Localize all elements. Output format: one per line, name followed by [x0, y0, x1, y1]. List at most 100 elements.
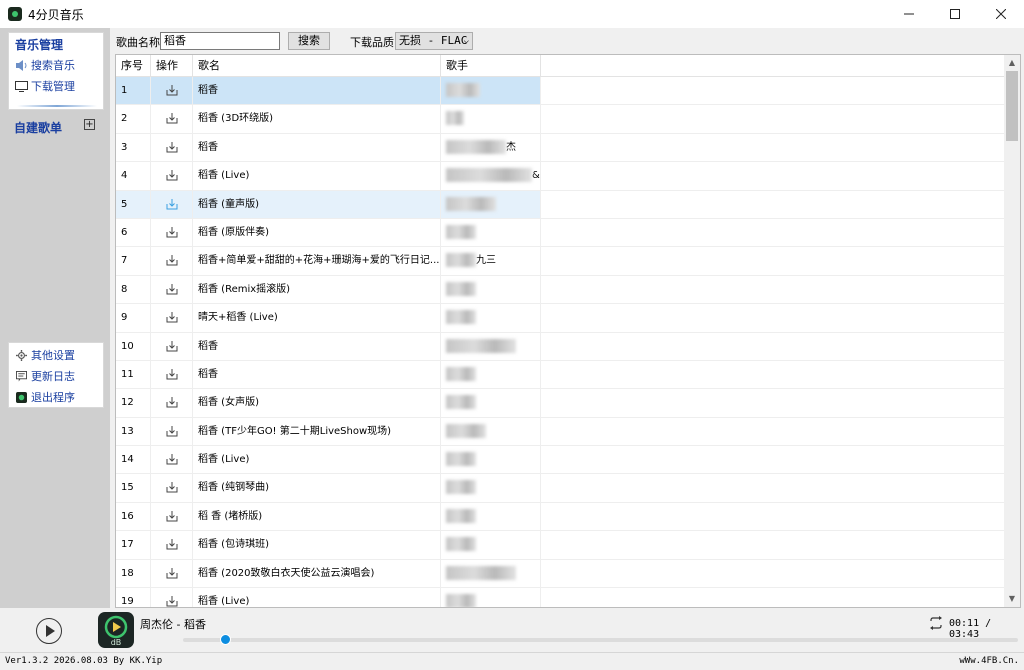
sidebar-item-exit[interactable]: 退出程序 — [15, 389, 75, 405]
play-button[interactable] — [36, 618, 62, 644]
table-row[interactable]: 8 稻香 (Remix摇滚版) — [116, 275, 1006, 305]
row-song-name: 稻香 — [193, 360, 441, 389]
download-icon[interactable] — [166, 453, 178, 465]
table-row[interactable]: 15 稻香 (纯钢琴曲) — [116, 474, 1006, 503]
row-download-action[interactable] — [151, 502, 193, 531]
table-row[interactable]: 4 稻香 (Live) &... — [116, 162, 1006, 191]
artist-redacted — [446, 253, 476, 268]
row-artist — [441, 304, 541, 332]
download-icon[interactable] — [166, 396, 178, 408]
download-icon[interactable] — [166, 84, 178, 96]
table-row[interactable]: 10 稻香 — [116, 332, 1006, 361]
search-input[interactable]: 稻香 — [160, 32, 280, 50]
progress-bar[interactable] — [183, 638, 1018, 642]
row-download-action[interactable] — [151, 588, 193, 607]
table-row[interactable]: 6 稻香 (原版伴奏) — [116, 218, 1006, 248]
download-icon[interactable] — [166, 368, 178, 380]
row-download-action[interactable] — [151, 474, 193, 502]
maximize-icon — [950, 9, 960, 19]
table-row[interactable]: 16 稻 香 (堵桥版) — [116, 502, 1006, 532]
row-download-action[interactable] — [151, 332, 193, 360]
artist-redacted — [446, 594, 476, 607]
chevron-down-icon: ⌵ — [463, 36, 469, 46]
table-row[interactable]: 5 稻香 (童声版) — [116, 190, 1006, 219]
artist-redacted — [446, 537, 476, 552]
table-row[interactable]: 17 稻香 (包诗琪班) — [116, 531, 1006, 560]
download-icon[interactable] — [166, 481, 178, 493]
row-download-action[interactable] — [151, 417, 193, 446]
search-button[interactable]: 搜索 — [288, 32, 330, 50]
table-row[interactable]: 19 稻香 (Live) — [116, 588, 1006, 607]
sidebar-custom-playlist[interactable]: 自建歌单 — [14, 119, 62, 136]
progress-knob[interactable] — [219, 634, 231, 645]
site-text[interactable]: wWw.4FB.Cn. — [959, 656, 1019, 666]
row-download-action[interactable] — [151, 77, 193, 105]
download-icon[interactable] — [166, 567, 178, 579]
row-download-action[interactable] — [151, 389, 193, 417]
download-icon[interactable] — [166, 169, 178, 181]
monitor-icon — [15, 80, 28, 92]
row-song-name: 稻香 (童声版) — [193, 190, 441, 218]
table-row[interactable]: 18 稻香 (2020致敬白衣天使公益云演唱会) — [116, 559, 1006, 589]
download-icon[interactable] — [166, 311, 178, 323]
column-header-index[interactable]: 序号 — [116, 55, 151, 77]
sidebar-item-other-settings[interactable]: 其他设置 — [15, 347, 75, 363]
quality-select[interactable]: 无损 - FLAC ⌵ — [395, 32, 473, 50]
vertical-scrollbar[interactable]: ▲ ▼ — [1004, 55, 1020, 607]
row-download-action[interactable] — [151, 162, 193, 190]
row-download-action[interactable] — [151, 304, 193, 332]
row-download-action[interactable] — [151, 105, 193, 133]
download-icon[interactable] — [166, 595, 178, 607]
window-title: 4分贝音乐 — [28, 7, 84, 22]
table-row[interactable]: 3 稻香 杰 — [116, 133, 1006, 163]
artist-name: 九三 — [476, 255, 496, 267]
sidebar-item-download-manage[interactable]: 下载管理 — [15, 78, 75, 94]
row-download-action[interactable] — [151, 275, 193, 304]
sidebar-item-label: 下载管理 — [31, 80, 75, 93]
sidebar-item-label: 其他设置 — [31, 349, 75, 362]
table-row[interactable]: 2 稻香 (3D环绕版) — [116, 105, 1006, 134]
download-icon[interactable] — [166, 425, 178, 437]
column-header-name[interactable]: 歌名 — [193, 55, 441, 77]
table-row[interactable]: 13 稻香 (TF少年GO! 第二十期LiveShow现场) — [116, 417, 1006, 447]
row-download-action[interactable] — [151, 133, 193, 162]
download-icon[interactable] — [166, 226, 178, 238]
row-download-action[interactable] — [151, 446, 193, 474]
sidebar-item-search-music[interactable]: 搜索音乐 — [15, 57, 75, 73]
row-download-action[interactable] — [151, 218, 193, 247]
row-download-action[interactable] — [151, 190, 193, 218]
maximize-button[interactable] — [932, 0, 978, 28]
repeat-icon[interactable] — [928, 616, 944, 630]
column-header-artist[interactable]: 歌手 — [441, 55, 541, 77]
column-header-action[interactable]: 操作 — [151, 55, 193, 77]
song-name-label: 歌曲名称 — [116, 36, 160, 49]
add-playlist-icon[interactable]: + — [84, 119, 95, 130]
close-button[interactable] — [978, 0, 1024, 28]
table-row[interactable]: 14 稻香 (Live) — [116, 446, 1006, 475]
download-icon[interactable] — [166, 112, 178, 124]
download-icon[interactable] — [166, 283, 178, 295]
download-icon[interactable] — [166, 340, 178, 352]
download-icon[interactable] — [166, 538, 178, 550]
table-row[interactable]: 12 稻香 (女声版) — [116, 389, 1006, 418]
download-icon[interactable] — [166, 254, 178, 266]
minimize-icon — [904, 13, 914, 15]
download-icon[interactable] — [166, 141, 178, 153]
row-download-action[interactable] — [151, 559, 193, 588]
row-download-action[interactable] — [151, 360, 193, 389]
minimize-button[interactable] — [886, 0, 932, 28]
download-icon[interactable] — [166, 510, 178, 522]
scrollbar-thumb[interactable] — [1006, 71, 1018, 141]
row-download-action[interactable] — [151, 247, 193, 275]
scroll-up-icon[interactable]: ▲ — [1004, 55, 1020, 71]
scroll-down-icon[interactable]: ▼ — [1004, 591, 1020, 607]
row-download-action[interactable] — [151, 531, 193, 559]
table-row[interactable]: 7 稻香+简单爱+甜甜的+花海+珊瑚海+爱的飞行日记... 九三 — [116, 247, 1006, 276]
table-row[interactable]: 11 稻香 — [116, 360, 1006, 390]
table-row[interactable]: 1 稻香 — [116, 77, 1006, 106]
sidebar-item-update-log[interactable]: 更新日志 — [15, 368, 75, 384]
row-song-name: 稻香 (Remix摇滚版) — [193, 275, 441, 304]
row-filler — [541, 247, 1006, 274]
download-icon[interactable] — [166, 198, 178, 210]
table-row[interactable]: 9 晴天+稻香 (Live) — [116, 304, 1006, 333]
